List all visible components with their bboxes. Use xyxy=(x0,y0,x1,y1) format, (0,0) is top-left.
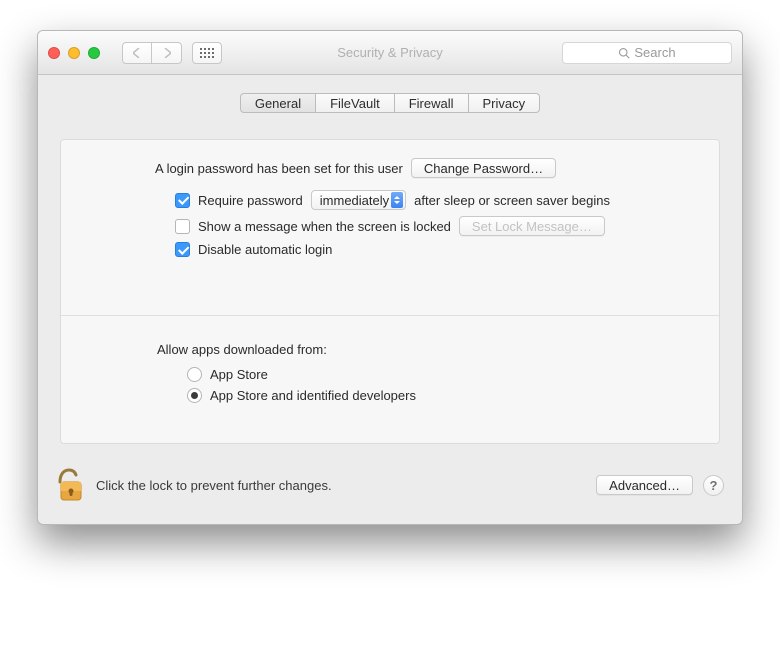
radio-app-store-row: App Store xyxy=(187,367,719,382)
help-button[interactable]: ? xyxy=(703,475,724,496)
require-password-row: Require password immediately after sleep… xyxy=(175,190,719,210)
require-password-checkbox[interactable] xyxy=(175,193,190,208)
grid-icon xyxy=(200,48,214,58)
content-area: General FileVault Firewall Privacy A log… xyxy=(38,75,742,452)
search-input[interactable]: Search xyxy=(562,42,732,64)
allow-apps-label: Allow apps downloaded from: xyxy=(157,342,719,357)
footer: Click the lock to prevent further change… xyxy=(38,452,742,524)
nav-segmented xyxy=(122,42,182,64)
stepper-icon xyxy=(391,192,403,208)
divider xyxy=(61,315,719,316)
search-icon xyxy=(618,47,630,59)
radio-app-store[interactable] xyxy=(187,367,202,382)
tab-filevault[interactable]: FileVault xyxy=(316,93,395,113)
tab-privacy[interactable]: Privacy xyxy=(469,93,541,113)
nav-back-button[interactable] xyxy=(122,42,152,64)
require-password-delay-value: immediately xyxy=(320,193,389,208)
show-message-row: Show a message when the screen is locked… xyxy=(175,216,719,236)
require-password-suffix: after sleep or screen saver begins xyxy=(414,193,610,208)
require-password-label: Require password xyxy=(198,193,303,208)
general-panel: A login password has been set for this u… xyxy=(60,139,720,444)
login-password-row: A login password has been set for this u… xyxy=(155,158,719,178)
window-close-button[interactable] xyxy=(48,47,60,59)
advanced-button[interactable]: Advanced… xyxy=(596,475,693,495)
lock-hint: Click the lock to prevent further change… xyxy=(96,478,332,493)
window-zoom-button[interactable] xyxy=(88,47,100,59)
set-lock-message-button[interactable]: Set Lock Message… xyxy=(459,216,605,236)
show-all-button[interactable] xyxy=(192,42,222,64)
lock-button[interactable] xyxy=(56,466,86,504)
show-message-checkbox[interactable] xyxy=(175,219,190,234)
search-placeholder: Search xyxy=(634,45,675,60)
tab-general[interactable]: General xyxy=(240,93,316,113)
require-password-delay-select[interactable]: immediately xyxy=(311,190,406,210)
tab-firewall[interactable]: Firewall xyxy=(395,93,469,113)
chevron-left-icon xyxy=(133,48,141,58)
preferences-window: Security & Privacy Search General FileVa… xyxy=(37,30,743,525)
show-message-label: Show a message when the screen is locked xyxy=(198,219,451,234)
disable-auto-login-row: Disable automatic login xyxy=(175,242,719,257)
disable-auto-login-checkbox[interactable] xyxy=(175,242,190,257)
window-minimize-button[interactable] xyxy=(68,47,80,59)
radio-identified-developers[interactable] xyxy=(187,388,202,403)
login-password-label: A login password has been set for this u… xyxy=(155,161,403,176)
disable-auto-login-label: Disable automatic login xyxy=(198,242,332,257)
change-password-button[interactable]: Change Password… xyxy=(411,158,556,178)
title-bar: Security & Privacy Search xyxy=(38,31,742,75)
radio-identified-row: App Store and identified developers xyxy=(187,388,719,403)
traffic-lights xyxy=(48,47,100,59)
chevron-right-icon xyxy=(163,48,171,58)
lock-open-icon xyxy=(56,466,86,504)
radio-identified-label: App Store and identified developers xyxy=(210,388,416,403)
radio-app-store-label: App Store xyxy=(210,367,268,382)
nav-forward-button[interactable] xyxy=(152,42,182,64)
tab-bar: General FileVault Firewall Privacy xyxy=(60,93,720,113)
